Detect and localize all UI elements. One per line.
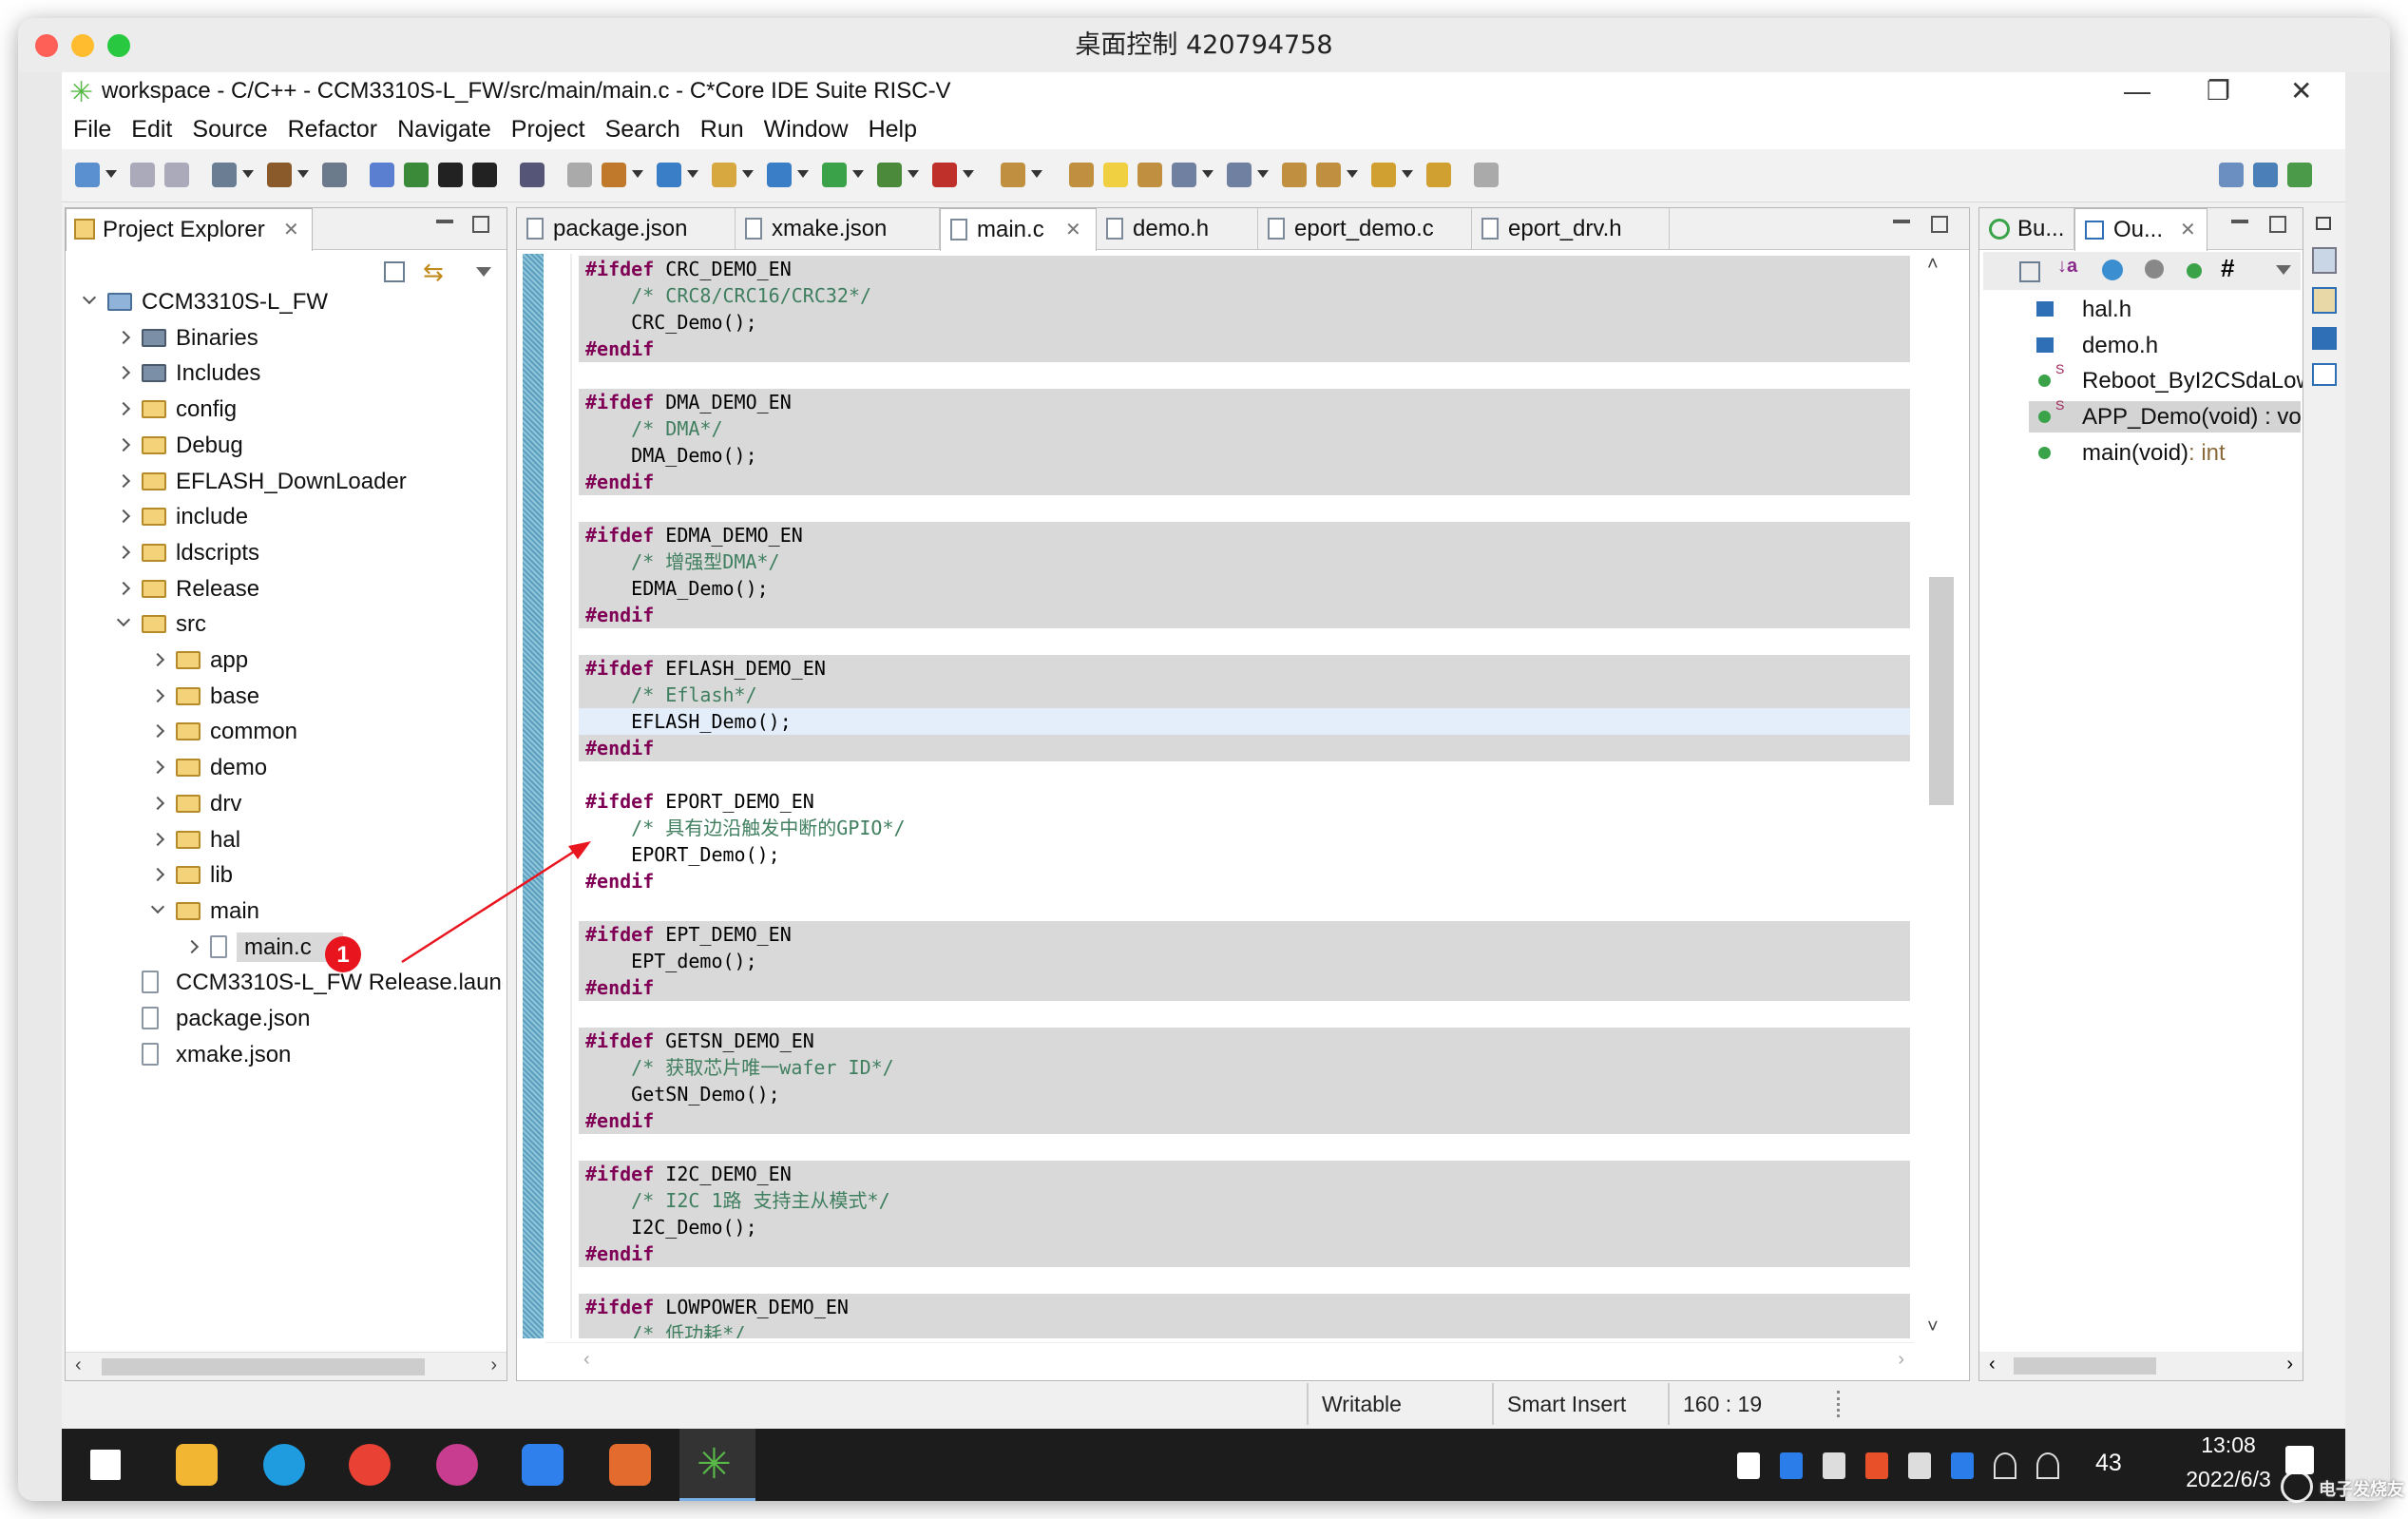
wifi-icon[interactable] <box>2036 1452 2059 1479</box>
file-explorer-icon[interactable] <box>176 1444 218 1486</box>
windows-start-icon[interactable] <box>90 1450 121 1480</box>
annotation-arrowhead <box>568 841 591 859</box>
ccore-ide-icon[interactable]: ✳ <box>697 1444 738 1486</box>
edge-icon[interactable] <box>263 1444 305 1486</box>
bluetooth-icon[interactable] <box>1780 1452 1803 1479</box>
elecfans-watermark-logo: 电子发烧友 <box>2281 1469 2408 1519</box>
remote-icon[interactable] <box>1865 1452 1888 1479</box>
clock-time[interactable]: 13:08 <box>2171 1432 2285 1458</box>
annotation-overlay <box>325 841 591 972</box>
power-icon[interactable] <box>1823 1452 1845 1479</box>
battery-level: 43 <box>2095 1450 2122 1476</box>
annotation-badge-label: 1 <box>336 942 350 968</box>
volume-icon[interactable] <box>1994 1452 2016 1479</box>
annotation-arrow <box>401 846 581 964</box>
security-icon[interactable] <box>1951 1452 1974 1479</box>
windows-taskbar: ✳ 43 13:08 2022/6/3 <box>62 1429 2345 1501</box>
bookmark-icon[interactable] <box>1737 1452 1760 1479</box>
feishu-icon[interactable] <box>522 1444 564 1486</box>
sunlogin-icon[interactable] <box>609 1444 651 1486</box>
usb-icon[interactable] <box>1908 1452 1931 1479</box>
photos-icon[interactable] <box>436 1444 478 1486</box>
chrome-icon[interactable] <box>349 1444 391 1486</box>
